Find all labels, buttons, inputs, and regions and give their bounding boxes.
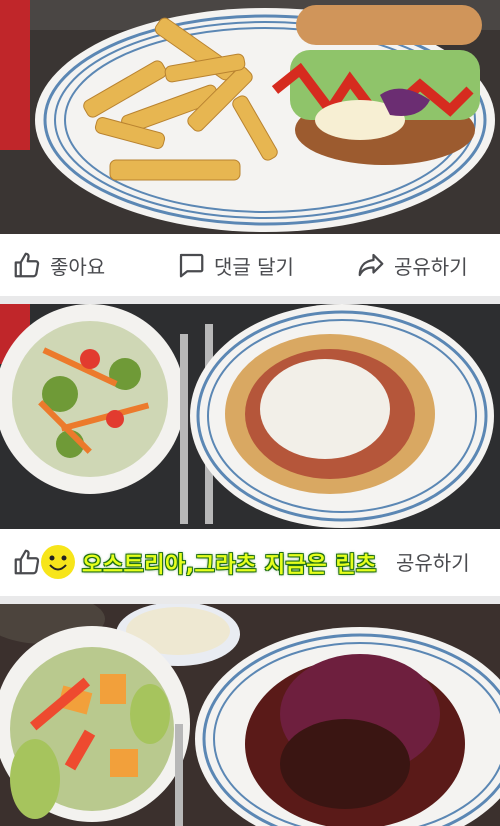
photo-burger-fries[interactable] [0, 0, 500, 234]
photo-salad-red-cabbage[interactable] [0, 604, 500, 826]
smiley-sticker-icon [41, 545, 75, 579]
share-label-2: 공유하기 [396, 551, 470, 575]
like-button-2[interactable] [12, 547, 42, 577]
thumbs-up-icon [14, 549, 40, 575]
post-action-bar: 좋아요 댓글 달기 공유하기 [0, 234, 500, 296]
share-label: 공유하기 [394, 254, 468, 279]
post-caption-overlay: 오스트리아,그라츠 지금은 린츠 [82, 553, 377, 578]
thumbs-up-icon [14, 252, 40, 278]
comment-button[interactable]: 댓글 달기 [176, 250, 294, 280]
comment-icon [179, 253, 204, 278]
like-button[interactable]: 좋아요 [12, 250, 105, 280]
like-label: 좋아요 [50, 254, 106, 279]
comment-label: 댓글 달기 [214, 254, 294, 279]
share-icon [358, 253, 384, 277]
share-button-2[interactable]: 공유하기 [396, 547, 470, 576]
photo-salad-spaghetti[interactable] [0, 304, 500, 529]
share-button[interactable]: 공유하기 [356, 250, 468, 280]
